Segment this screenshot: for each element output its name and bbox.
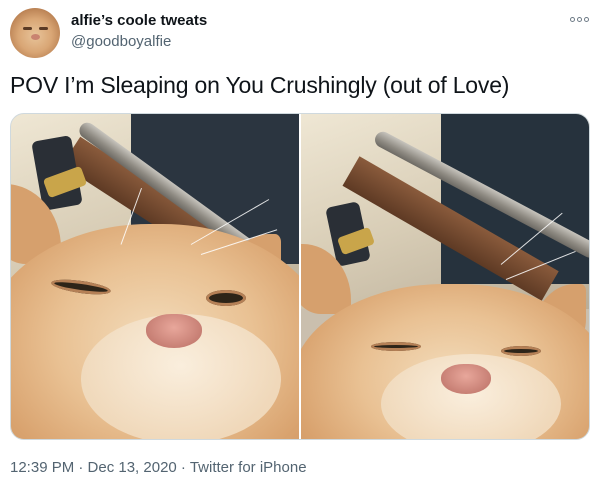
- cat-nose: [441, 364, 491, 394]
- photo-left[interactable]: [11, 114, 299, 439]
- media-grid: [10, 113, 590, 440]
- cat-eye-right: [501, 346, 541, 356]
- cat-eye-left: [371, 342, 421, 351]
- more-dot-icon: [583, 16, 589, 22]
- more-dot-icon: [569, 16, 575, 22]
- tweet-card: alfie’s coole tweats @goodboyalfie POV I…: [0, 0, 600, 487]
- avatar-eye-left: [23, 27, 32, 30]
- more-options-icon[interactable]: [568, 12, 590, 26]
- more-dot-icon: [576, 16, 582, 22]
- cat-nose: [146, 314, 202, 348]
- user-handle[interactable]: @goodboyalfie: [71, 33, 171, 50]
- tweet-text: POV I’m Sleaping on You Crushingly (out …: [10, 72, 510, 98]
- cat-eye-right: [206, 290, 246, 306]
- avatar-nose: [31, 34, 40, 40]
- display-name[interactable]: alfie’s coole tweats: [71, 12, 207, 29]
- avatar-eye-right: [39, 27, 48, 30]
- photo-right[interactable]: [301, 114, 589, 439]
- avatar[interactable]: [10, 8, 60, 58]
- tweet-timestamp[interactable]: 12:39 PM · Dec 13, 2020 · Twitter for iP…: [10, 459, 307, 476]
